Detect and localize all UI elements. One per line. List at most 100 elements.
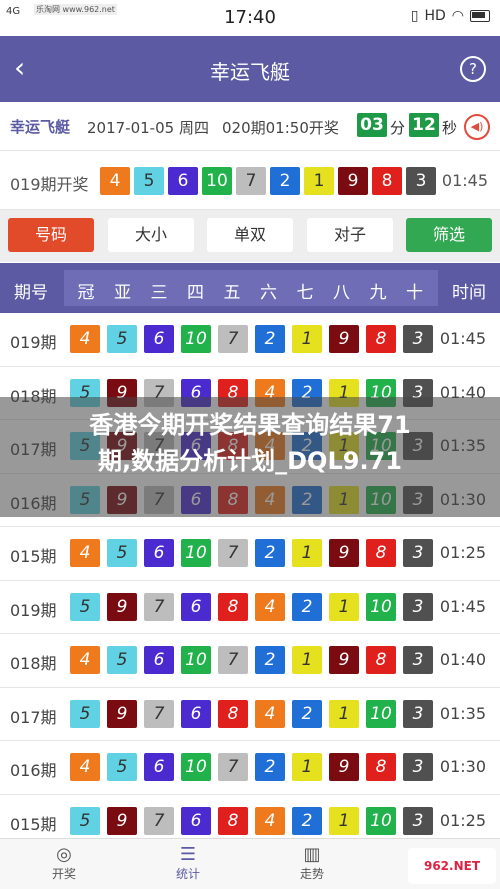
latest-ball-7: 1 xyxy=(304,167,334,195)
row-ball-6: 4 xyxy=(255,592,285,621)
table-header: 期号 冠亚三四五六七八九十 时间 xyxy=(0,263,500,313)
table-row[interactable]: 019期 4 5 6 10 7 2 1 9 8 3 01:45 xyxy=(0,313,500,367)
next-period: 020期01:50开奖 xyxy=(222,119,339,137)
position-header-3: 三 xyxy=(150,283,168,303)
latest-ball-8: 9 xyxy=(338,167,368,195)
row-ball-9: 10 xyxy=(366,699,396,728)
hd-icon: HD xyxy=(424,8,446,24)
row-ball-9: 8 xyxy=(366,753,396,781)
latest-ball-1: 4 xyxy=(100,167,130,195)
row-ball-10: 3 xyxy=(403,699,433,728)
row-ball-10: 3 xyxy=(403,753,433,781)
position-header-8: 八 xyxy=(333,283,350,303)
row-ball-3: 7 xyxy=(144,699,174,728)
row-ball-6: 4 xyxy=(255,699,285,728)
row-ball-4: 6 xyxy=(181,806,211,835)
row-time: 01:30 xyxy=(439,757,486,776)
row-ball-2: 9 xyxy=(107,806,137,835)
latest-ball-5: 7 xyxy=(236,167,266,195)
row-ball-5: 8 xyxy=(218,806,248,835)
row-ball-7: 1 xyxy=(292,753,322,781)
tab-statistics[interactable]: ☰ 统计 xyxy=(148,845,228,882)
position-header-5: 五 xyxy=(223,283,241,303)
row-ball-3: 6 xyxy=(144,646,174,674)
row-time: 01:25 xyxy=(439,543,486,562)
row-period: 019期 xyxy=(10,600,57,620)
filter-number-button[interactable]: 号码 xyxy=(8,218,94,252)
row-ball-8: 9 xyxy=(329,325,359,353)
row-ball-2: 5 xyxy=(107,539,137,567)
row-period: 016期 xyxy=(10,761,57,780)
filter-screen-button[interactable]: 筛选 xyxy=(406,218,492,252)
help-button[interactable]: ? xyxy=(460,56,486,82)
latest-ball-2: 5 xyxy=(134,167,164,195)
latest-ball-4: 10 xyxy=(202,167,232,195)
row-ball-9: 8 xyxy=(366,325,396,353)
row-ball-7: 1 xyxy=(292,325,322,353)
row-ball-4: 10 xyxy=(181,646,211,674)
table-row[interactable]: 015期 4 5 6 10 7 2 1 9 8 3 01:25 xyxy=(0,527,500,581)
latest-ball-9: 8 xyxy=(372,167,402,195)
position-header-4: 四 xyxy=(187,283,204,303)
row-ball-10: 3 xyxy=(403,806,433,835)
countdown-minutes: 03 xyxy=(357,113,387,137)
vibrate-icon: ▯ xyxy=(410,8,419,24)
row-ball-6: 4 xyxy=(255,806,285,835)
tab-lottery-label: 开奖 xyxy=(51,867,76,881)
filter-pair-button[interactable]: 对子 xyxy=(307,218,393,252)
row-ball-7: 2 xyxy=(292,806,322,835)
table-row[interactable]: 019期 5 9 7 6 8 4 2 1 10 3 01:45 xyxy=(0,580,500,634)
tab-statistics-label: 统计 xyxy=(175,867,200,881)
row-ball-8: 9 xyxy=(329,646,359,674)
table-row[interactable]: 018期 4 5 6 10 7 2 1 9 8 3 01:40 xyxy=(0,634,500,688)
page-title: 幸运飞艇 xyxy=(210,60,290,84)
overlay-banner: 香港今期开奖结果查询结果71 期,数据分析计划_DQL9.71 xyxy=(0,397,500,517)
statistics-icon: ☰ xyxy=(179,844,197,865)
row-ball-6: 2 xyxy=(255,753,285,781)
position-headers: 冠亚三四五六七八九十 xyxy=(64,270,438,306)
row-ball-10: 3 xyxy=(403,646,433,674)
row-ball-3: 7 xyxy=(144,806,174,835)
latest-draw-label: 019期开奖 xyxy=(10,175,89,194)
filter-odd-even-button[interactable]: 单双 xyxy=(207,218,293,252)
row-ball-7: 2 xyxy=(292,592,322,621)
row-period: 015期 xyxy=(10,547,57,566)
row-period: 015期 xyxy=(10,814,57,834)
latest-ball-3: 6 xyxy=(168,167,198,195)
row-ball-8: 1 xyxy=(329,592,359,621)
countdown-seconds: 12 xyxy=(409,113,439,137)
row-ball-4: 6 xyxy=(181,699,211,728)
wifi-icon: ◠ xyxy=(451,8,464,24)
battery-icon xyxy=(470,10,490,22)
row-time: 01:35 xyxy=(439,703,486,723)
row-ball-9: 10 xyxy=(366,592,396,621)
row-ball-10: 3 xyxy=(403,539,433,567)
row-ball-4: 10 xyxy=(181,325,211,353)
filter-size-button[interactable]: 大小 xyxy=(108,218,194,252)
latest-ball-10: 3 xyxy=(406,167,436,195)
app-titlebar: ‹ 幸运飞艇 ? xyxy=(0,36,500,102)
overlay-line-2: 期,数据分析计划_DQL9.71 xyxy=(98,447,402,475)
status-bar: 4G 乐淘网 www.962.net 17:40 ▯ HD ◠ xyxy=(0,0,500,36)
table-row[interactable]: 017期 59768421103 01:35 xyxy=(0,687,500,741)
row-ball-1: 4 xyxy=(70,753,100,781)
row-ball-8: 1 xyxy=(329,806,359,835)
overlay-line-1: 香港今期开奖结果查询结果71 xyxy=(89,411,411,439)
position-header-6: 六 xyxy=(260,283,277,303)
row-ball-5: 8 xyxy=(218,592,248,621)
position-header-7: 七 xyxy=(296,283,314,303)
tab-trend[interactable]: ▥ 走势 xyxy=(272,845,352,882)
lottery-icon: ◎ xyxy=(56,844,72,865)
row-ball-3: 6 xyxy=(144,753,174,781)
row-ball-2: 5 xyxy=(107,325,137,353)
table-row[interactable]: 016期 4 5 6 10 7 2 1 9 8 3 01:30 xyxy=(0,741,500,795)
row-ball-4: 6 xyxy=(181,592,211,621)
row-ball-4: 10 xyxy=(181,539,211,567)
row-ball-3: 7 xyxy=(144,592,174,621)
row-ball-1: 4 xyxy=(70,325,100,353)
sound-toggle-icon[interactable]: ◀) xyxy=(464,114,490,140)
row-period: 019期 xyxy=(10,333,57,352)
tab-lottery[interactable]: ◎ 开奖 xyxy=(24,845,104,882)
trend-icon: ▥ xyxy=(303,844,321,865)
game-name: 幸运飞艇 xyxy=(10,118,71,136)
